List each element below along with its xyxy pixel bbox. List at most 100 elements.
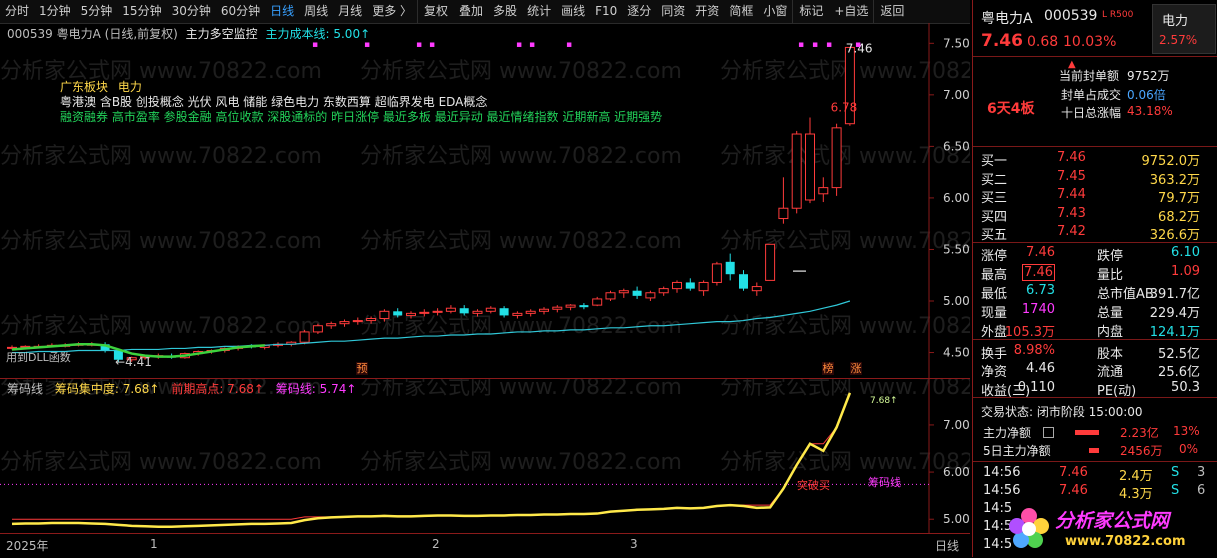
toolbar-item-16[interactable]: 逐分 (622, 0, 656, 23)
price-annotation: ←4.41 (115, 355, 152, 369)
toolbar-item-23[interactable]: 返回 (873, 0, 910, 23)
ten-day-value: 43.18% (1127, 104, 1173, 118)
toolbar-item-8[interactable]: 月线 (333, 0, 367, 23)
toolbar-item-22[interactable]: +自选 (829, 0, 873, 23)
stock-code: 000539 (1044, 8, 1098, 24)
chip-indicator-panel[interactable]: 分析家公式网 www.70822.com 分析家公式网 www.70822.com… (0, 378, 970, 534)
price-tick-label: 4.50 (943, 346, 970, 360)
watermark-text: 分析家公式网 www.70822.com (720, 379, 970, 400)
candle-body (299, 331, 310, 343)
logo-url: www.70822.com (1065, 534, 1186, 549)
candle-body (312, 325, 323, 333)
candle-body (459, 308, 469, 314)
toolbar-item-17[interactable]: 同资 (656, 0, 690, 23)
candle-body (831, 127, 842, 189)
candle (685, 278, 695, 291)
kline-chart-svg[interactable]: 分析家公式网 www.70822.com 分析家公式网 www.70822.com… (0, 23, 970, 378)
main-flow-value: 2.23亿 (1120, 426, 1159, 440)
stock-name: 粤电力A (981, 11, 1033, 27)
tick-time: 14:56 (983, 483, 1021, 498)
toolbar-item-20[interactable]: 小窗 (758, 0, 792, 23)
stat-value: 1740 (1021, 301, 1055, 317)
main-flow5-value: 2456万 (1120, 444, 1163, 458)
sector-info: 广东板块 电力 粤港澳 含B股 创投概念 光伏 风电 储能 绿色电力 东数西算 … (60, 80, 662, 125)
watermark-text: 分析家公式网 www.70822.com (0, 314, 322, 339)
toolbar-item-14[interactable]: 画线 (556, 0, 590, 23)
toolbar-item-12[interactable]: 多股 (488, 0, 522, 23)
candle (658, 286, 669, 296)
bid-row[interactable]: 买三 7.44 79.7万 (973, 187, 1217, 206)
candle (765, 243, 776, 281)
stat-label: 跌停 (1097, 249, 1124, 264)
toolbar-item-5[interactable]: 60分钟 (216, 0, 265, 23)
stat-label: 股本 (1097, 346, 1124, 362)
toolbar-item-1[interactable]: 1分钟 (34, 0, 76, 23)
stat-row: 换手 8.98% 股本 52.5亿 (973, 343, 1217, 362)
main-flow5-row: 5日主力净额 2456万 0% (973, 442, 1217, 461)
candle-body (672, 281, 682, 290)
candle (485, 306, 496, 314)
bid-row[interactable]: 买四 7.43 68.2万 (973, 206, 1217, 225)
indicator-name[interactable]: 主力多空监控 (186, 27, 258, 41)
toolbar-item-2[interactable]: 5分钟 (76, 0, 118, 23)
time-label-year: 2025年 (6, 539, 49, 553)
toolbar-item-11[interactable]: 叠加 (454, 0, 488, 23)
chip-line-tag: 筹码线 (868, 476, 901, 489)
stat-label: 量比 (1097, 267, 1124, 283)
candle-body (645, 292, 656, 299)
watermark-text: 分析家公式网 www.70822.com (360, 229, 682, 254)
candle (605, 290, 616, 301)
candle (579, 303, 589, 310)
candle-body (393, 311, 403, 316)
toolbar-item-10[interactable]: 复权 (417, 0, 454, 23)
bid-row[interactable]: 买五 7.42 326.6万 (973, 224, 1217, 243)
candle-body (512, 312, 523, 316)
badge-bang[interactable]: 榜 (822, 362, 834, 375)
price-change: 0.68 (1027, 34, 1059, 50)
candle-body (605, 292, 616, 300)
candle-body (419, 311, 430, 314)
toolbar-item-21[interactable]: 标记 (792, 0, 829, 23)
toolbar-item-15[interactable]: F10 (590, 0, 622, 23)
price-tick-label: 6.00 (943, 191, 970, 205)
candle (632, 286, 642, 299)
kline-chart-panel[interactable]: 分析家公式网 www.70822.com 分析家公式网 www.70822.com… (0, 23, 970, 378)
seal-ratio-value: 0.06倍 (1127, 88, 1166, 102)
chip-chart-svg[interactable]: 分析家公式网 www.70822.com 分析家公式网 www.70822.com… (0, 379, 970, 534)
tick-count: 3 (1197, 465, 1206, 480)
toolbar-item-7[interactable]: 周线 (299, 0, 333, 23)
bid-row[interactable]: 买二 7.45 363.2万 (973, 169, 1217, 188)
toolbar-item-18[interactable]: 开资 (690, 0, 724, 23)
price-tick-label: 5.50 (943, 242, 970, 256)
tick-time: 14:56 (983, 465, 1021, 480)
seal-row: 当前封单额 9752万 (973, 67, 1217, 86)
time-label-mar: 3 (630, 537, 638, 551)
sub-indicator-name[interactable]: 筹码线 (7, 382, 43, 396)
candle-body (725, 261, 735, 275)
list-icon (1043, 427, 1054, 438)
toolbar-item-6[interactable]: 日线 (265, 0, 299, 23)
toolbar-item-3[interactable]: 15分钟 (117, 0, 166, 23)
period-label[interactable]: 日线 (935, 537, 959, 554)
signal-dots-row: ▪ ▪ ▪ ▪ ▪ ▪ ▪ ▪ ▪ ▪ ▪ (312, 40, 862, 50)
toolbar-item-0[interactable]: 分时 (0, 0, 34, 23)
toolbar-item-13[interactable]: 统计 (522, 0, 556, 23)
bid-label: 买一 (981, 154, 1008, 169)
candle-body (751, 286, 762, 292)
badge-zhang[interactable]: 涨 (850, 362, 862, 375)
top-value-label: 7.68↑ (870, 396, 898, 406)
tick-volume: 2.4万 (1119, 469, 1153, 484)
main-flow-row[interactable]: 主力净额 2.23亿 13% (973, 424, 1217, 443)
stat-value: 6.73 (1026, 282, 1055, 298)
watermark-text: 分析家公式网 www.70822.com (0, 229, 322, 254)
candle (299, 329, 310, 345)
price-tick-label: 5.00 (943, 294, 970, 308)
stat-row: 最低 6.73 总市值AB 391.7亿 (973, 283, 1217, 302)
bid-row[interactable]: 买一 7.46 9752.0万 (973, 150, 1217, 169)
toolbar-item-19[interactable]: 简框 (724, 0, 758, 23)
toolbar-item-4[interactable]: 30分钟 (167, 0, 216, 23)
toolbar-item-9[interactable]: 更多 〉 (367, 0, 417, 23)
candle-body (685, 282, 695, 289)
badge-yu[interactable]: 预 (356, 362, 368, 375)
bid-label: 买五 (981, 228, 1008, 243)
